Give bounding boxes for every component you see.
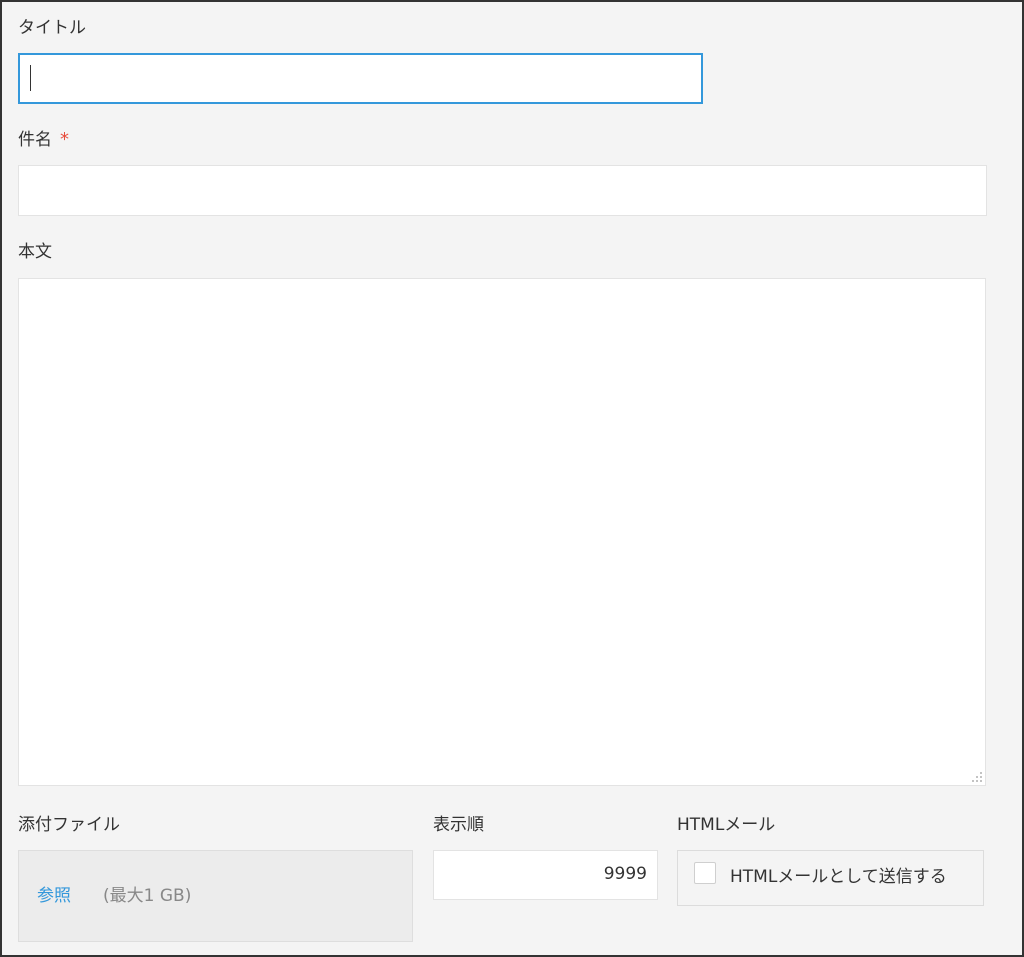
max-size-note: (最大1 GB): [103, 886, 192, 906]
html-mail-label: HTMLメール: [677, 815, 776, 835]
title-input[interactable]: [18, 53, 703, 104]
html-mail-checkbox-label[interactable]: HTMLメールとして送信する: [730, 862, 947, 887]
title-label: タイトル: [18, 18, 86, 38]
attachment-label: 添付ファイル: [18, 815, 120, 835]
body-textarea[interactable]: [18, 278, 986, 786]
display-order-label: 表示順: [433, 815, 484, 835]
browse-link[interactable]: 参照: [37, 881, 71, 906]
display-order-input[interactable]: 9999: [433, 850, 658, 900]
subject-input[interactable]: [18, 165, 987, 216]
body-label: 本文: [18, 242, 52, 262]
html-mail-checkbox[interactable]: [694, 862, 716, 884]
attachment-dropzone[interactable]: 参照 (最大1 GB): [18, 850, 413, 942]
required-mark: *: [60, 129, 69, 150]
display-order-value: 9999: [603, 864, 647, 884]
form-panel: タイトル 件名 * 本文 添付ファイル 参照 (最大1 GB) 表示順 9999 …: [0, 0, 1024, 957]
resize-grip-icon[interactable]: [971, 771, 983, 783]
html-mail-option: HTMLメールとして送信する: [677, 850, 984, 906]
subject-label-group: 件名 *: [18, 129, 69, 151]
text-caret: [30, 65, 31, 91]
subject-label: 件名: [18, 130, 52, 150]
